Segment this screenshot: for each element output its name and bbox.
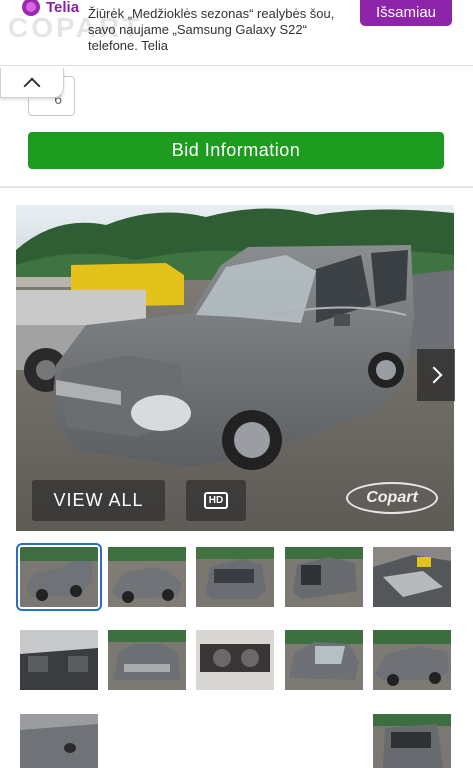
thumbnail-2[interactable] <box>108 547 186 607</box>
thumbnail-12[interactable] <box>373 714 451 768</box>
view-all-button[interactable]: VIEW ALL <box>32 480 165 521</box>
hd-toggle-button[interactable]: HD <box>186 480 246 521</box>
ad-banner[interactable]: COPART Telia Žiūrėk „Medžioklės sezonas“… <box>0 0 473 66</box>
thumbnail-6[interactable] <box>20 630 98 690</box>
ad-text: Žiūrėk „Medžioklės sezonas“ realybės šou… <box>88 6 335 53</box>
thumbnail-5[interactable] <box>373 547 451 607</box>
thumbnail-9[interactable] <box>285 630 363 690</box>
telia-brand-name: Telia <box>46 0 80 16</box>
collapse-button[interactable] <box>0 68 64 98</box>
thumbnail-image <box>20 630 98 690</box>
thumbnail-image <box>20 714 98 768</box>
thumbnail-11[interactable] <box>20 714 98 768</box>
telia-logo: Telia <box>22 0 79 16</box>
thumbnail-3[interactable] <box>196 547 274 607</box>
thumbnail-image <box>20 547 98 607</box>
page: COPART Telia Žiūrėk „Medžioklės sezonas“… <box>0 0 473 768</box>
section-divider <box>0 186 473 188</box>
chevron-right-icon <box>425 366 443 384</box>
next-photo-button[interactable] <box>417 349 455 401</box>
thumbnail-image <box>373 630 451 690</box>
thumbnail-image <box>196 630 274 690</box>
thumbnail-7[interactable] <box>108 630 186 690</box>
thumbnail-image <box>108 547 186 607</box>
thumbnail-image <box>285 547 363 607</box>
thumbnail-image <box>108 630 186 690</box>
thumbnail-1[interactable] <box>16 543 102 611</box>
chevron-up-icon <box>23 77 41 94</box>
thumbnail-image <box>196 547 274 607</box>
thumbnail-image <box>373 714 451 768</box>
thumbnail-image <box>373 547 451 607</box>
thumbnail-10[interactable] <box>373 630 451 690</box>
ad-cta-button[interactable]: Išsamiau <box>360 0 452 26</box>
thumbnail-4[interactable] <box>285 547 363 607</box>
bid-information-button[interactable]: Bid Information <box>28 132 444 169</box>
telia-logo-icon <box>22 0 40 16</box>
thumbnail-image <box>285 630 363 690</box>
copart-watermark-logo: Copart <box>346 482 438 514</box>
hd-icon: HD <box>203 492 229 509</box>
thumbnail-8[interactable] <box>196 630 274 690</box>
